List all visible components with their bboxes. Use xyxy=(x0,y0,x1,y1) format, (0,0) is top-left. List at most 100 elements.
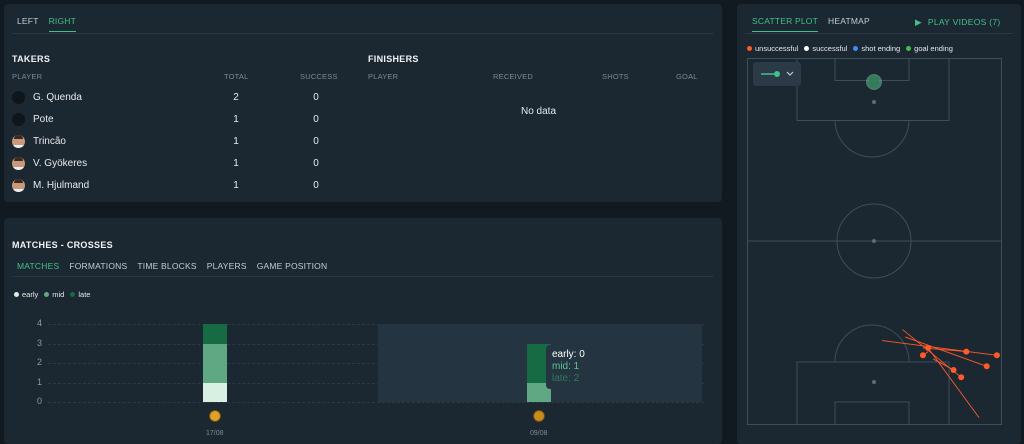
legend-item-mid[interactable]: mid xyxy=(44,290,64,299)
bar-segment-late[interactable] xyxy=(203,324,227,344)
dot-shot-ending xyxy=(853,46,859,51)
legend-item-late[interactable]: late xyxy=(70,290,90,299)
bottom-penalty-box xyxy=(796,361,950,425)
finishers-header-player: PLAYER xyxy=(368,72,399,81)
taker-success: 0 xyxy=(313,158,319,169)
finishers-title: FINISHERS xyxy=(368,54,419,64)
team-crest-icon xyxy=(866,74,882,90)
field-legend: unsuccessful successful shot ending goal… xyxy=(747,44,959,53)
field-legend-shot-ending: shot ending xyxy=(853,44,900,53)
field-legend-unsuccessful: unsuccessful xyxy=(747,44,798,53)
tab-left[interactable]: LEFT xyxy=(17,16,39,32)
tooltip-mid: mid: 1 xyxy=(552,361,580,372)
matches-title: MATCHES - CROSSES xyxy=(12,240,113,250)
takers-header-player: PLAYER xyxy=(12,72,43,81)
label-successful: successful xyxy=(812,44,848,53)
y-tick-label: 4 xyxy=(36,318,42,328)
taker-success: 0 xyxy=(313,180,319,191)
field-legend-goal-ending: goal ending xyxy=(906,44,953,53)
taker-total: 1 xyxy=(233,158,239,169)
label-shot-ending: shot ending xyxy=(861,44,901,53)
cross-end-point[interactable] xyxy=(983,363,990,370)
x-category-label: 09/08 xyxy=(530,430,548,437)
tab-time-blocks[interactable]: TIME BLOCKS xyxy=(137,261,196,277)
field-legend-successful: successful xyxy=(804,44,847,53)
player-name: V. Gyökeres xyxy=(33,158,88,169)
slider-icon xyxy=(761,71,794,77)
legend-item-early[interactable]: early xyxy=(14,290,38,299)
player-avatar xyxy=(12,157,25,170)
cross-end-point[interactable] xyxy=(963,348,970,355)
taker-total: 1 xyxy=(233,180,239,191)
taker-row-player[interactable]: V. Gyökeres xyxy=(12,157,87,170)
tab-right[interactable]: RIGHT xyxy=(48,16,77,32)
chevron-down-icon xyxy=(786,71,794,76)
opponent-crest-icon xyxy=(209,410,221,422)
side-tabs: LEFT RIGHT xyxy=(17,16,86,32)
legend-label-mid: mid xyxy=(52,290,65,299)
bottom-goal-box xyxy=(834,401,910,425)
top-penalty-spot xyxy=(872,100,876,104)
tab-game-position[interactable]: GAME POSITION xyxy=(257,261,328,277)
tab-players[interactable]: PLAYERS xyxy=(207,261,247,277)
taker-row-player[interactable]: Pote xyxy=(12,113,54,126)
cross-end-point[interactable] xyxy=(925,344,932,351)
taker-success: 0 xyxy=(313,136,319,147)
bar-segment-early[interactable] xyxy=(203,382,227,402)
top-penalty-arc xyxy=(834,119,910,158)
label-unsuccessful: unsuccessful xyxy=(755,44,799,53)
cross-line[interactable] xyxy=(882,340,997,356)
player-name: Pote xyxy=(33,114,54,125)
dot-unsuccessful xyxy=(747,46,752,51)
play-videos-button[interactable]: ▶ PLAY VIDEOS (7) xyxy=(915,17,1001,28)
tooltip-late: late: 2 xyxy=(552,373,580,384)
cross-end-point[interactable] xyxy=(993,352,1000,359)
bar-tooltip: early: 0 mid: 1 late: 2 xyxy=(546,345,591,389)
pitch[interactable] xyxy=(747,58,1011,438)
tabs-divider xyxy=(12,33,714,34)
taker-total: 1 xyxy=(233,114,239,125)
legend-dot-late xyxy=(70,292,76,297)
player-avatar xyxy=(12,135,25,148)
field-tabs-divider xyxy=(745,33,1013,34)
opponent-crest-icon xyxy=(533,410,545,422)
play-icon: ▶ xyxy=(915,17,922,27)
tab-scatter-plot[interactable]: SCATTER PLOT xyxy=(752,16,819,32)
display-options-control[interactable] xyxy=(753,62,801,86)
player-name: Trincão xyxy=(33,136,66,147)
tab-matches[interactable]: MATCHES xyxy=(17,261,60,277)
y-gridline xyxy=(48,402,704,403)
finishers-header-shots: SHOTS xyxy=(602,72,629,81)
player-avatar xyxy=(12,113,25,126)
player-name: G. Quenda xyxy=(33,92,82,103)
cross-end-point[interactable] xyxy=(950,366,957,373)
taker-row-player[interactable]: G. Quenda xyxy=(12,91,82,104)
play-videos-label: PLAY VIDEOS (7) xyxy=(927,17,1001,27)
player-avatar xyxy=(12,179,25,192)
finishers-header-received: RECEIVED xyxy=(493,72,533,81)
taker-total: 1 xyxy=(233,136,239,147)
y-tick-label: 1 xyxy=(36,376,42,387)
tab-heatmap[interactable]: HEATMAP xyxy=(828,16,870,32)
tab-formations[interactable]: FORMATIONS xyxy=(69,261,127,277)
takers-header-success: SUCCESS xyxy=(300,72,338,81)
cross-line[interactable] xyxy=(927,347,980,418)
player-name: M. Hjulmand xyxy=(33,180,90,191)
legend-dot-mid xyxy=(44,292,50,297)
dot-goal-ending xyxy=(906,46,912,51)
cross-end-point[interactable] xyxy=(958,374,965,381)
taker-total: 2 xyxy=(233,92,239,103)
bar-segment-mid[interactable] xyxy=(203,343,227,383)
tooltip-early: early: 0 xyxy=(552,349,585,360)
taker-success: 0 xyxy=(313,92,319,103)
taker-row-player[interactable]: Trincão xyxy=(12,135,66,148)
player-avatar xyxy=(12,91,25,104)
taker-row-player[interactable]: M. Hjulmand xyxy=(12,179,89,192)
y-tick-label: 0 xyxy=(36,396,42,406)
legend-dot-early xyxy=(14,292,19,297)
field-panel: SCATTER PLOT HEATMAP ▶ PLAY VIDEOS (7) un… xyxy=(737,4,1021,444)
cross-end-point[interactable] xyxy=(919,352,926,359)
y-tick-label: 3 xyxy=(36,337,42,348)
taker-success: 0 xyxy=(313,114,319,125)
matches-crosses-panel: MATCHES - CROSSES MATCHES FORMATIONS TIM… xyxy=(4,218,722,444)
